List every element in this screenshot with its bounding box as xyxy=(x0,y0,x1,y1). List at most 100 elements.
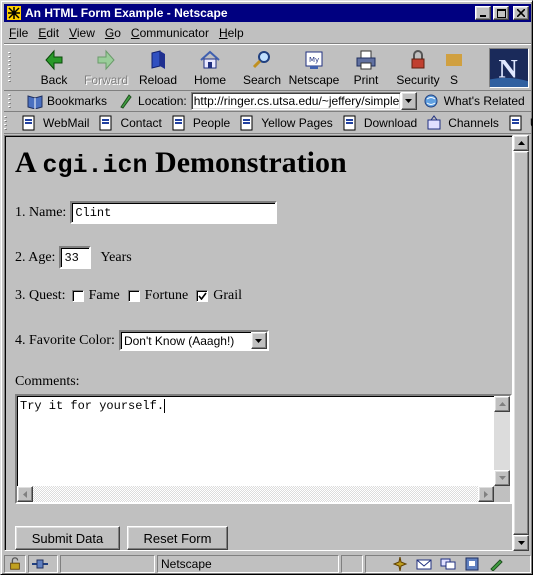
home-button[interactable]: Home xyxy=(184,44,236,90)
quest-grail-label: Grail xyxy=(213,288,242,303)
bookmarks-button[interactable]: Bookmarks xyxy=(26,93,107,109)
bookmark-page-icon xyxy=(240,115,253,130)
comments-vertical-scrollbar[interactable] xyxy=(494,396,510,486)
unlocked-icon xyxy=(10,556,20,570)
age-input[interactable]: 33 xyxy=(59,246,92,269)
status-bar: Netscape xyxy=(4,554,531,573)
personal-link-download[interactable]: Download xyxy=(342,115,417,131)
netscape-logo[interactable]: N xyxy=(489,48,529,88)
name-input[interactable]: Clint xyxy=(70,201,278,224)
favorite-color-value: Don't Know (Aaagh!) xyxy=(123,333,235,348)
quest-fame-label: Fame xyxy=(88,288,120,303)
reload-icon xyxy=(151,50,165,69)
bookmark-page-icon xyxy=(172,115,185,130)
progress-bar xyxy=(60,554,155,573)
menu-go[interactable]: Go xyxy=(100,26,126,40)
favorite-color-select[interactable]: Don't Know (Aaagh!) xyxy=(118,330,269,351)
menu-file[interactable]: File xyxy=(4,26,33,40)
location-grip[interactable] xyxy=(4,91,14,111)
comments-label-row: Comments: xyxy=(15,374,80,390)
personal-link-label: Contact xyxy=(120,115,162,130)
comments-horizontal-scrollbar[interactable] xyxy=(17,486,494,502)
home-label: Home xyxy=(193,73,226,87)
security-button[interactable]: Security xyxy=(392,44,444,90)
composer-icon[interactable] xyxy=(488,557,504,571)
toolbar-grip[interactable] xyxy=(4,44,14,90)
print-label: Print xyxy=(353,73,379,87)
personal-grip[interactable] xyxy=(4,113,7,133)
scroll-left-button[interactable] xyxy=(17,486,33,502)
personal-link-label: WebMail xyxy=(43,115,90,130)
name-label: 1. Name: xyxy=(15,204,67,220)
personal-link-webmail[interactable]: WebMail xyxy=(21,115,89,131)
scroll-up-button[interactable] xyxy=(494,396,510,412)
mail-icon[interactable] xyxy=(416,557,432,571)
back-button[interactable]: Back xyxy=(28,44,80,90)
quest-fortune-label: Fortune xyxy=(144,288,189,303)
bookmark-page-icon xyxy=(343,115,356,130)
svg-text:My: My xyxy=(309,56,319,64)
maximize-button[interactable] xyxy=(493,6,509,20)
back-arrow-icon xyxy=(45,49,63,71)
location-dropdown-button[interactable] xyxy=(400,91,417,110)
personal-link-label: Yellow Pages xyxy=(261,115,333,130)
shop-icon xyxy=(446,54,462,66)
comments-label: Comments: xyxy=(15,374,80,389)
bookmark-page-icon xyxy=(509,115,522,130)
close-button[interactable] xyxy=(513,6,529,20)
menu-view[interactable]: View xyxy=(64,26,100,40)
personal-link-people[interactable]: People xyxy=(171,115,230,131)
page-scroll-up-button[interactable] xyxy=(513,135,529,151)
location-input[interactable]: http://ringer.cs.utsa.edu/~jeffery/simpl… xyxy=(190,91,401,110)
status-text: Netscape xyxy=(157,554,339,573)
navigator-icon[interactable] xyxy=(392,556,408,571)
title-bar[interactable]: An HTML Form Example - Netscape xyxy=(4,4,531,22)
search-button[interactable]: Search xyxy=(236,44,288,90)
page-vertical-scrollbar[interactable] xyxy=(513,135,529,551)
personal-link-overflow[interactable]: Ur xyxy=(508,115,533,131)
age-units: Years xyxy=(100,249,132,265)
personal-link-label: People xyxy=(192,115,231,130)
quest-fame-checkbox[interactable] xyxy=(71,290,84,302)
comments-textarea[interactable]: Try it for yourself. xyxy=(15,394,512,504)
forward-button[interactable]: Forward xyxy=(80,44,132,90)
navigation-toolbar: Back Forward Reload Home Search My Netsc… xyxy=(4,43,531,91)
personal-link-contact[interactable]: Contact xyxy=(98,115,162,131)
netscape-app-icon xyxy=(7,6,21,20)
security-status[interactable] xyxy=(4,554,26,573)
reload-button[interactable]: Reload xyxy=(132,44,184,90)
quest-grail-checkbox[interactable] xyxy=(196,290,209,302)
discussion-icon[interactable] xyxy=(440,557,456,571)
search-label: Search xyxy=(242,73,282,87)
address-book-icon[interactable] xyxy=(464,557,480,571)
whats-related-label: What's Related xyxy=(443,93,525,108)
page-scroll-thumb[interactable] xyxy=(513,151,529,535)
bookmark-page-icon xyxy=(22,115,35,130)
personal-link-channels[interactable]: Channels xyxy=(426,114,499,131)
personal-link-yellow-pages[interactable]: Yellow Pages xyxy=(239,115,333,131)
minimize-button[interactable] xyxy=(475,6,491,20)
scroll-right-button[interactable] xyxy=(478,486,494,502)
whats-related-button[interactable]: What's Related xyxy=(423,93,525,109)
submit-button[interactable]: Submit Data xyxy=(15,526,120,550)
color-dropdown-button[interactable] xyxy=(250,332,267,349)
netscape-n-logo-icon: N xyxy=(490,49,528,87)
menu-communicator[interactable]: Communicator xyxy=(126,26,214,40)
netscape-button[interactable]: My Netscape xyxy=(288,44,340,90)
lock-icon xyxy=(411,50,425,69)
scroll-down-button[interactable] xyxy=(494,470,510,486)
page-scroll-down-button[interactable] xyxy=(513,535,529,551)
menu-help[interactable]: Help xyxy=(214,26,249,40)
quest-row: 3. Quest: Fame Fortune Grail xyxy=(15,288,242,304)
online-status[interactable] xyxy=(28,554,58,573)
page-proxy-icon[interactable] xyxy=(117,93,135,109)
print-button[interactable]: Print xyxy=(340,44,392,90)
status-spacer xyxy=(341,554,363,573)
name-row: 1. Name: Clint xyxy=(15,201,278,224)
reset-button[interactable]: Reset Form xyxy=(127,526,228,550)
netscape-label: Netscape xyxy=(288,73,340,87)
quest-fortune-checkbox[interactable] xyxy=(127,290,140,302)
shop-button[interactable]: S xyxy=(444,44,464,90)
menu-edit[interactable]: Edit xyxy=(33,26,64,40)
connection-plug-icon xyxy=(32,559,48,568)
